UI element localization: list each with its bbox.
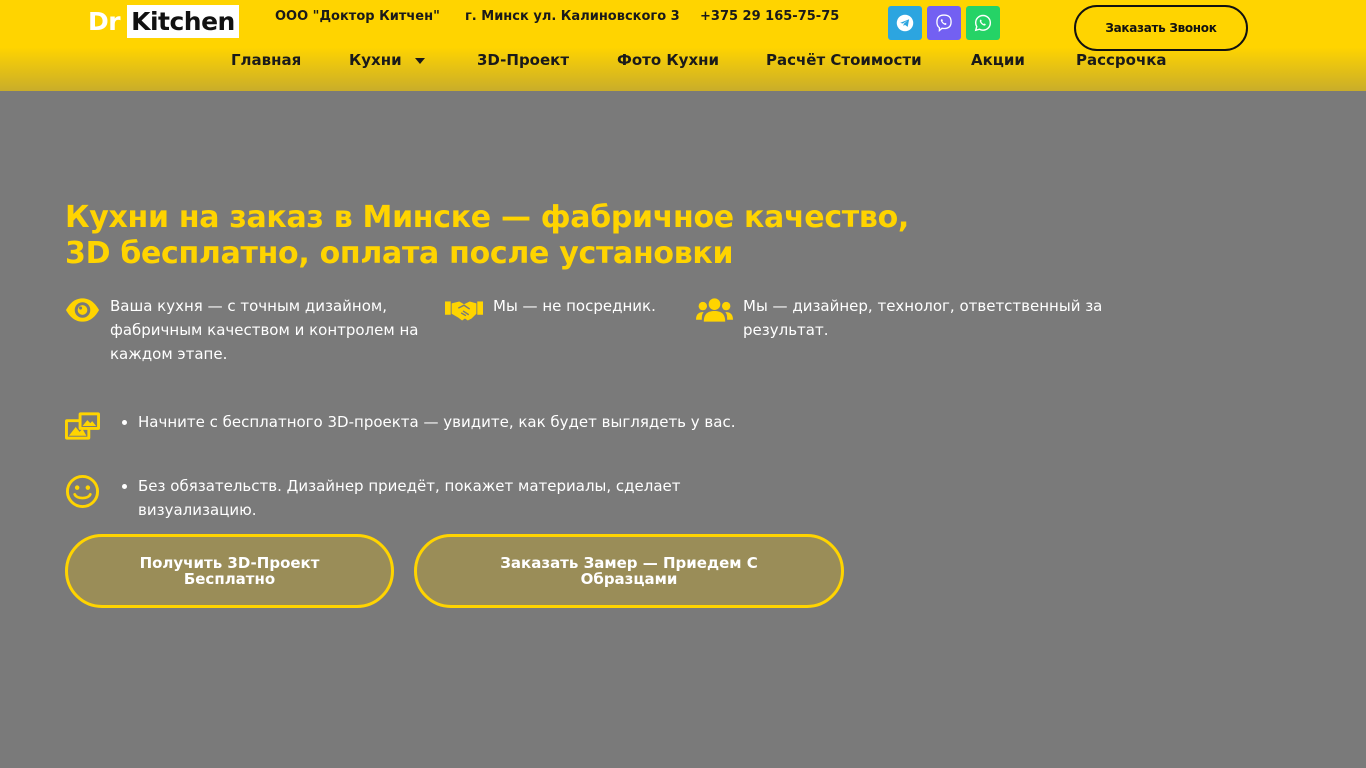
hero-title: Кухни на заказ в Минске — фабричное каче… [65, 200, 965, 272]
feature-team: Мы — дизайнер, технолог, ответственный з… [696, 294, 1136, 342]
feature-text: Мы — дизайнер, технолог, ответственный з… [743, 297, 1103, 339]
images-icon [65, 410, 100, 446]
feature-text: Ваша кухня — с точным дизайном, фабричны… [110, 297, 419, 363]
nav-item-home[interactable]: Главная [231, 51, 301, 69]
hero-title-line-2: 3D бесплатно, оплата после установки [65, 236, 734, 271]
telegram-icon [896, 14, 914, 32]
nav-item-label: Рассрочка [1076, 51, 1167, 69]
nav-item-3d-project[interactable]: 3D-Проект [477, 51, 569, 69]
users-icon [696, 294, 733, 330]
handshake-icon [445, 294, 483, 330]
feature-not-reseller: Мы — не посредник. [445, 294, 685, 330]
list-item: Без обязательств. Дизайнер приедёт, пока… [138, 474, 758, 522]
order-measurement-button[interactable]: Заказать Замер — Приедем С Образцами [414, 534, 844, 608]
nav-item-label: Главная [231, 51, 302, 69]
nav-item-label: Кухни [349, 51, 402, 69]
nav-item-promotions[interactable]: Акции [971, 51, 1025, 69]
bullet-list: Начните с бесплатного 3D-проекта — увиди… [138, 410, 735, 434]
social-links [888, 6, 1000, 40]
chevron-down-icon [414, 51, 426, 69]
main-nav: Главная Кухни 3D-Проект Фото Кухни Расчё… [0, 51, 1366, 73]
list-item: Начните с бесплатного 3D-проекта — увиди… [138, 410, 735, 434]
logo[interactable]: Dr Kitchen [88, 5, 239, 38]
nav-item-label: Расчёт Стоимости [766, 51, 922, 69]
logo-kitchen: Kitchen [127, 5, 239, 38]
address: г. Минск ул. Калиновского 3 [465, 9, 680, 24]
nav-item-pricing[interactable]: Расчёт Стоимости [766, 51, 922, 69]
phone-link[interactable]: +375 29 165-75-75 [700, 9, 839, 24]
call-request-button[interactable]: Заказать Звонок [1074, 5, 1248, 51]
nav-item-installments[interactable]: Рассрочка [1076, 51, 1167, 69]
get-3d-project-button[interactable]: Получить 3D-Проект Бесплатно [65, 534, 394, 608]
nav-item-photos[interactable]: Фото Кухни [617, 51, 719, 69]
bullet-list: Без обязательств. Дизайнер приедёт, пока… [138, 474, 758, 522]
company-name: ООО "Доктор Китчен" [275, 9, 440, 24]
site-header: Dr Kitchen ООО "Доктор Китчен" г. Минск … [0, 0, 1366, 91]
feature-text: Мы — не посредник. [493, 297, 656, 315]
nav-item-label: Фото Кухни [617, 51, 719, 69]
whatsapp-icon [974, 14, 992, 32]
eye-icon [65, 294, 100, 330]
smile-icon [65, 474, 100, 513]
bullet-no-obligation: Без обязательств. Дизайнер приедёт, пока… [65, 474, 825, 522]
bullet-3d-project: Начните с бесплатного 3D-проекта — увиди… [65, 410, 825, 446]
feature-quality: Ваша кухня — с точным дизайном, фабричны… [65, 294, 425, 366]
nav-item-kitchens[interactable]: Кухни [349, 51, 426, 69]
hero-title-line-1: Кухни на заказ в Минске — фабричное каче… [65, 200, 909, 235]
logo-dr: Dr [88, 7, 121, 36]
viber-button[interactable] [927, 6, 961, 40]
viber-icon [936, 14, 952, 32]
nav-item-label: 3D-Проект [477, 51, 570, 69]
nav-item-label: Акции [971, 51, 1025, 69]
whatsapp-button[interactable] [966, 6, 1000, 40]
telegram-button[interactable] [888, 6, 922, 40]
